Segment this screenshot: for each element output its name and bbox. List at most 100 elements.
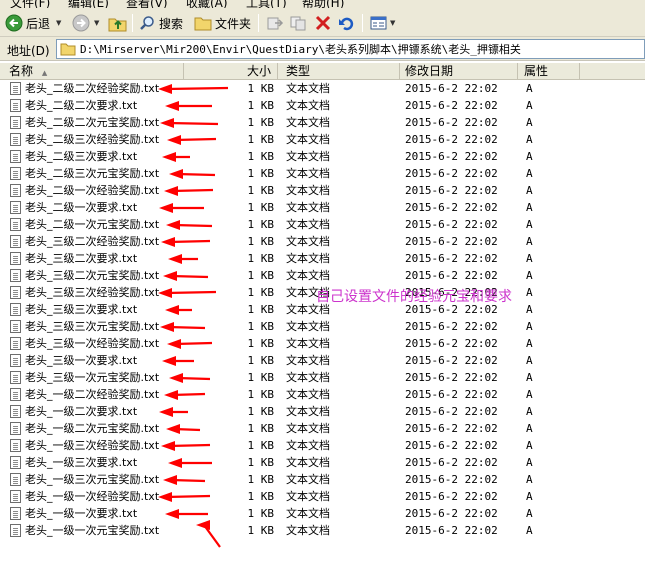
file-row[interactable]: 老头_三级二次要求.txt 1 KB 文本文档 2015-6-2 22:02 A <box>0 250 645 267</box>
file-modified: 2015-6-2 22:02 <box>405 439 498 452</box>
file-name: 老头_二级一次要求.txt <box>25 201 138 214</box>
column-header-attributes[interactable]: 属性 <box>518 63 580 80</box>
move-to-button[interactable] <box>266 13 284 33</box>
copy-to-button[interactable] <box>290 13 308 33</box>
text-file-icon <box>10 439 21 452</box>
file-row[interactable]: 老头_二级三次元宝奖励.txt 1 KB 文本文档 2015-6-2 22:02 A <box>0 165 645 182</box>
file-name: 老头_一级三次经验奖励.txt <box>25 439 160 452</box>
file-attributes: A <box>526 405 533 418</box>
text-file-icon <box>10 337 21 350</box>
search-button[interactable]: 搜索 <box>139 13 183 33</box>
file-name: 老头_三级一次要求.txt <box>25 354 138 367</box>
views-button[interactable]: ▼ <box>370 13 395 33</box>
text-file-icon <box>10 456 21 469</box>
file-row[interactable]: 老头_三级二次元宝奖励.txt 1 KB 文本文档 2015-6-2 22:02 A <box>0 267 645 284</box>
column-header-name[interactable]: 名称 ▲ <box>0 63 184 80</box>
file-size: 1 KB <box>247 116 275 129</box>
text-file-icon <box>10 252 21 265</box>
file-row[interactable]: 老头_一级三次经验奖励.txt 1 KB 文本文档 2015-6-2 22:02 A <box>0 437 645 454</box>
menu-favorites[interactable]: 收藏(A) <box>186 0 228 8</box>
file-type: 文本文档 <box>286 167 330 180</box>
file-size: 1 KB <box>247 286 275 299</box>
file-modified: 2015-6-2 22:02 <box>405 422 498 435</box>
file-row[interactable]: 老头_三级一次经验奖励.txt 1 KB 文本文档 2015-6-2 22:02 A <box>0 335 645 352</box>
file-row[interactable]: 老头_三级二次经验奖励.txt 1 KB 文本文档 2015-6-2 22:02 A <box>0 233 645 250</box>
folders-button-label: 文件夹 <box>215 16 252 31</box>
file-row[interactable]: 老头_二级三次经验奖励.txt 1 KB 文本文档 2015-6-2 22:02 A <box>0 131 645 148</box>
file-attributes: A <box>526 116 533 129</box>
file-attributes: A <box>526 354 533 367</box>
file-type: 文本文档 <box>286 82 330 95</box>
file-row[interactable]: 老头_三级一次要求.txt 1 KB 文本文档 2015-6-2 22:02 A <box>0 352 645 369</box>
text-file-icon <box>10 388 21 401</box>
file-row[interactable]: 老头_二级二次经验奖励.txt 1 KB 文本文档 2015-6-2 22:02 A <box>0 80 645 97</box>
file-row[interactable]: 老头_二级一次经验奖励.txt 1 KB 文本文档 2015-6-2 22:02 A <box>0 182 645 199</box>
file-row[interactable]: 老头_二级二次元宝奖励.txt 1 KB 文本文档 2015-6-2 22:02 A <box>0 114 645 131</box>
file-size: 1 KB <box>247 422 275 435</box>
menu-help[interactable]: 帮助(H) <box>302 0 344 8</box>
menu-edit[interactable]: 编辑(E) <box>68 0 109 8</box>
file-type: 文本文档 <box>286 473 330 486</box>
file-attributes: A <box>526 150 533 163</box>
file-size: 1 KB <box>247 490 275 503</box>
file-row[interactable]: 老头_三级三次元宝奖励.txt 1 KB 文本文档 2015-6-2 22:02 A <box>0 318 645 335</box>
file-type: 文本文档 <box>286 235 330 248</box>
forward-dropdown-icon[interactable]: ▼ <box>94 19 99 27</box>
file-type: 文本文档 <box>286 490 330 503</box>
folders-button[interactable]: 文件夹 <box>194 13 251 33</box>
file-size: 1 KB <box>247 473 275 486</box>
file-size: 1 KB <box>247 150 275 163</box>
file-modified: 2015-6-2 22:02 <box>405 371 498 384</box>
file-size: 1 KB <box>247 388 275 401</box>
file-size: 1 KB <box>247 184 275 197</box>
text-file-icon <box>10 218 21 231</box>
file-name: 老头_二级三次元宝奖励.txt <box>25 167 160 180</box>
menu-view[interactable]: 查看(V) <box>126 0 168 8</box>
file-row[interactable]: 老头_一级三次元宝奖励.txt 1 KB 文本文档 2015-6-2 22:02 A <box>0 471 645 488</box>
file-name: 老头_二级二次要求.txt <box>25 99 138 112</box>
column-header-type[interactable]: 类型 <box>278 63 400 80</box>
file-attributes: A <box>526 439 533 452</box>
file-row[interactable]: 老头_三级一次元宝奖励.txt 1 KB 文本文档 2015-6-2 22:02 A <box>0 369 645 386</box>
file-row[interactable]: 老头_一级三次要求.txt 1 KB 文本文档 2015-6-2 22:02 A <box>0 454 645 471</box>
text-file-icon <box>10 150 21 163</box>
back-dropdown-icon[interactable]: ▼ <box>56 19 61 27</box>
file-size: 1 KB <box>247 439 275 452</box>
file-row[interactable]: 老头_二级一次要求.txt 1 KB 文本文档 2015-6-2 22:02 A <box>0 199 645 216</box>
file-modified: 2015-6-2 22:02 <box>405 388 498 401</box>
file-row[interactable]: 老头_二级三次要求.txt 1 KB 文本文档 2015-6-2 22:02 A <box>0 148 645 165</box>
address-field[interactable]: D:\Mirserver\Mir200\Envir\QuestDiary\老头系… <box>56 39 645 59</box>
menu-file[interactable]: 文件(F) <box>10 0 50 8</box>
file-row[interactable]: 老头_一级二次要求.txt 1 KB 文本文档 2015-6-2 22:02 A <box>0 403 645 420</box>
up-folder-button[interactable] <box>108 13 128 33</box>
delete-button[interactable] <box>315 13 331 33</box>
file-name: 老头_二级二次经验奖励.txt <box>25 82 160 95</box>
file-name: 老头_三级三次经验奖励.txt <box>25 286 160 299</box>
menu-tools[interactable]: 工具(T) <box>246 0 287 8</box>
search-button-label: 搜索 <box>159 16 184 31</box>
column-header-size[interactable]: 大小 <box>184 63 278 80</box>
file-name: 老头_一级一次元宝奖励.txt <box>25 524 160 537</box>
column-header-modified[interactable]: 修改日期 <box>400 63 518 80</box>
file-type: 文本文档 <box>286 507 330 520</box>
text-file-icon <box>10 116 21 129</box>
undo-button[interactable] <box>338 13 356 33</box>
file-row[interactable]: 老头_一级二次经验奖励.txt 1 KB 文本文档 2015-6-2 22:02 A <box>0 386 645 403</box>
back-button[interactable]: 后退 ▼ <box>5 13 61 33</box>
file-row[interactable]: 老头_二级一次元宝奖励.txt 1 KB 文本文档 2015-6-2 22:02 A <box>0 216 645 233</box>
views-dropdown-icon: ▼ <box>390 19 396 27</box>
file-attributes: A <box>526 167 533 180</box>
file-name: 老头_三级一次元宝奖励.txt <box>25 371 160 384</box>
file-row[interactable]: 老头_一级一次经验奖励.txt 1 KB 文本文档 2015-6-2 22:02 A <box>0 488 645 505</box>
file-row[interactable]: 老头_二级二次要求.txt 1 KB 文本文档 2015-6-2 22:02 A <box>0 97 645 114</box>
file-row[interactable]: 老头_一级二次元宝奖励.txt 1 KB 文本文档 2015-6-2 22:02 A <box>0 420 645 437</box>
file-attributes: A <box>526 201 533 214</box>
text-file-icon <box>10 269 21 282</box>
file-attributes: A <box>526 235 533 248</box>
file-name: 老头_二级一次元宝奖励.txt <box>25 218 160 231</box>
file-type: 文本文档 <box>286 201 330 214</box>
move-to-icon <box>267 17 284 30</box>
forward-button[interactable]: ▼ <box>72 13 99 33</box>
file-row[interactable]: 老头_一级一次元宝奖励.txt 1 KB 文本文档 2015-6-2 22:02 A <box>0 522 645 539</box>
file-row[interactable]: 老头_一级一次要求.txt 1 KB 文本文档 2015-6-2 22:02 A <box>0 505 645 522</box>
